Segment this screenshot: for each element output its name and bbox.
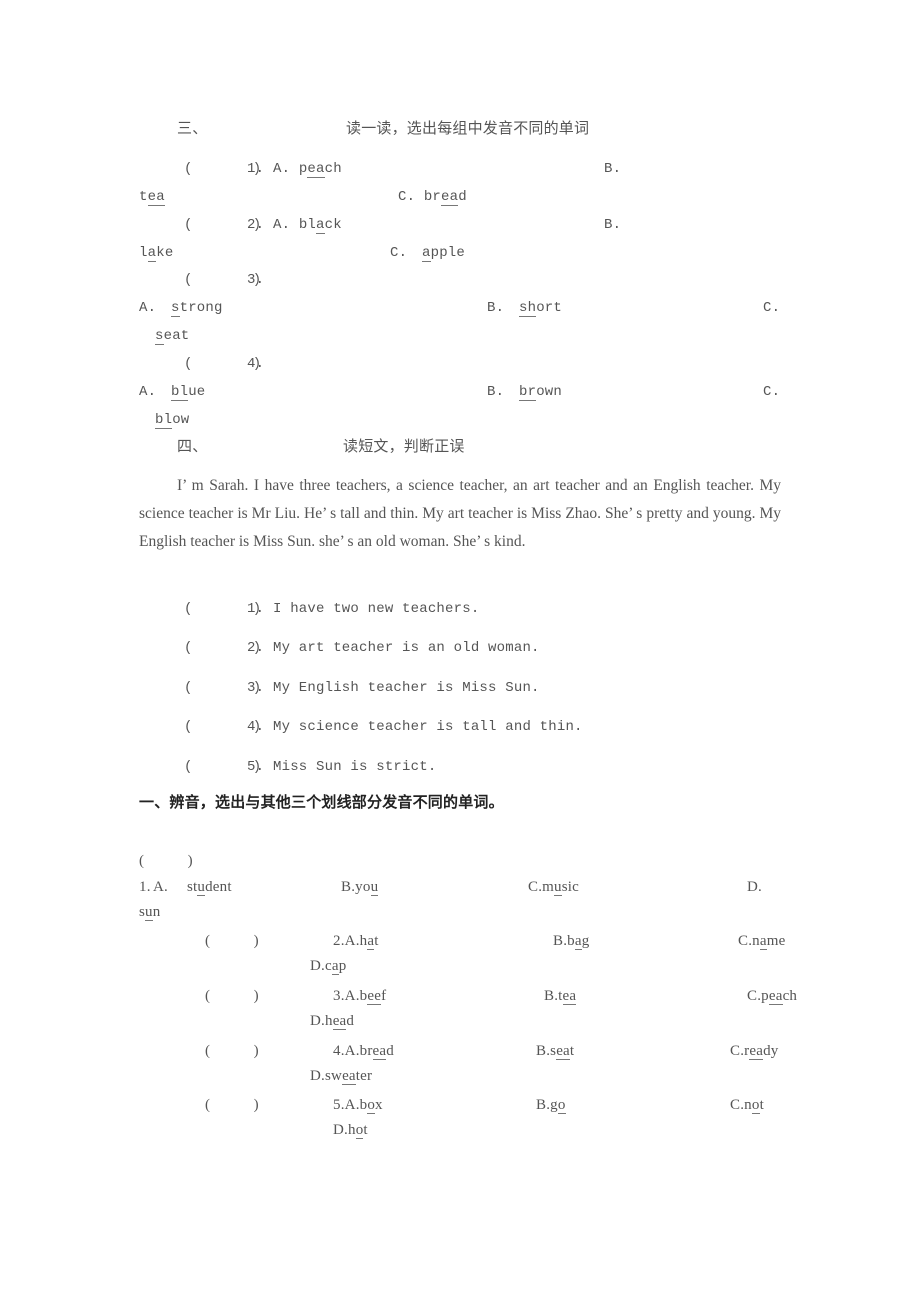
option: B.seat — [536, 1043, 575, 1060]
option-word: sun — [139, 904, 161, 921]
option: B.bag — [553, 933, 590, 950]
section1-title: 一、辨音，选出与其他三个划线部分发音不同的单词。 — [139, 793, 504, 811]
option: C.ready — [730, 1043, 779, 1060]
option: D.head — [310, 1013, 355, 1030]
option: C. bread — [398, 189, 467, 206]
option-label: B. — [487, 300, 505, 316]
option: 3.A.beef — [333, 988, 387, 1005]
answer-blank[interactable]: ( ) — [205, 932, 259, 950]
answer-blank[interactable]: ( ) — [205, 1096, 259, 1114]
question-number: 1. — [247, 161, 265, 177]
answer-blank[interactable]: ( ) — [205, 987, 259, 1005]
option-word: student — [187, 879, 232, 896]
option: 2.A.hat — [333, 933, 379, 950]
option: C.name — [738, 933, 786, 950]
statement-number: 5. — [247, 759, 265, 775]
statement-text: My art teacher is an old woman. — [273, 640, 540, 656]
question-number: 2. — [247, 217, 265, 233]
option-word: seat — [155, 328, 190, 345]
option-word: blue — [171, 384, 206, 401]
option-label: C. — [390, 245, 408, 261]
option: C.not — [730, 1097, 764, 1114]
option: C.music — [528, 879, 579, 896]
option: D.cap — [310, 958, 347, 975]
section3-number: 三、 — [177, 119, 208, 137]
option-label: B. — [604, 217, 622, 233]
statement-number: 1. — [247, 601, 265, 617]
option-label: D. — [747, 879, 762, 895]
statement-number: 2. — [247, 640, 265, 656]
section3-title: 读一读，选出每组中发音不同的单词 — [346, 119, 590, 137]
option-label: A. — [139, 384, 157, 400]
option-label: C. — [763, 384, 781, 400]
statement-number: 3. — [247, 680, 265, 696]
option: B.go — [536, 1097, 566, 1114]
answer-blank[interactable]: ( ) — [139, 852, 193, 870]
option-word: strong — [171, 300, 223, 317]
option-word: tea — [139, 189, 165, 206]
option-label: A. — [139, 300, 157, 316]
option-label: B. — [604, 161, 622, 177]
statement-text: My English teacher is Miss Sun. — [273, 680, 540, 696]
statement-number: 4. — [247, 719, 265, 735]
option-word: lake — [139, 245, 174, 262]
option: A. black — [273, 217, 342, 234]
question-number: 3. — [247, 272, 265, 288]
section4-title: 读短文，判断正误 — [343, 437, 465, 455]
option: 4.A.bread — [333, 1043, 394, 1060]
option: D.sweater — [310, 1068, 373, 1085]
option: B.you — [341, 879, 379, 896]
option-word: blow — [155, 412, 190, 429]
option-word: short — [519, 300, 563, 317]
option-label: B. — [487, 384, 505, 400]
option: A. peach — [273, 161, 342, 178]
option: 5.A.box — [333, 1097, 383, 1114]
answer-blank[interactable]: ( ) — [205, 1042, 259, 1060]
option: B.tea — [544, 988, 577, 1005]
option: C.peach — [747, 988, 798, 1005]
question-number: 4. — [247, 356, 265, 372]
statement-text: Miss Sun is strict. — [273, 759, 437, 775]
option-word: apple — [422, 245, 466, 262]
statement-text: My science teacher is tall and thin. — [273, 719, 583, 735]
option-label: A. — [153, 879, 168, 895]
option-word: brown — [519, 384, 563, 401]
statement-text: I have two new teachers. — [273, 601, 480, 617]
reading-passage: I’ m Sarah. I have three teachers, a sci… — [139, 477, 781, 550]
question-number: 1. — [139, 879, 151, 895]
option: D.hot — [333, 1122, 368, 1139]
option-label: C. — [763, 300, 781, 316]
section4-number: 四、 — [177, 437, 208, 455]
